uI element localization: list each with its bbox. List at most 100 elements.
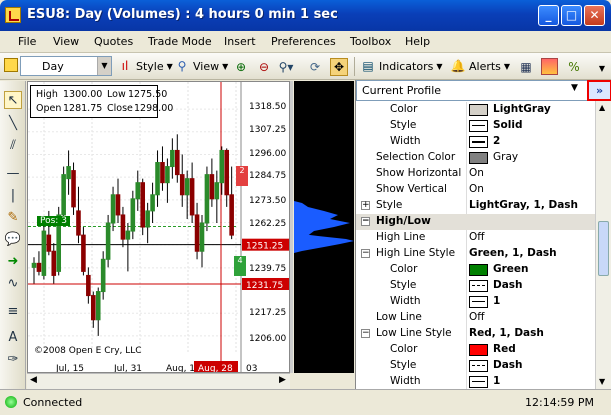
scroll-left-icon[interactable]: ◀ — [30, 375, 37, 385]
property-row[interactable]: Width 2 — [356, 134, 595, 150]
column-divider — [466, 326, 467, 342]
menu-preferences[interactable]: Preferences — [271, 35, 336, 48]
property-row[interactable]: High/Low − — [356, 214, 595, 230]
scroll-right-icon[interactable]: ▶ — [279, 375, 286, 385]
candlestick-plot[interactable]: 1318.50 1307.25 1296.00 1284.75 1273.50 1262.… — [28, 82, 290, 373]
expand-toggle-icon[interactable]: − — [361, 329, 370, 338]
property-row[interactable]: Show Vertical On — [356, 182, 595, 198]
order-marker-4[interactable]: 4 — [234, 256, 246, 276]
menu-trade-mode[interactable]: Trade Mode — [148, 35, 212, 48]
price-chart[interactable]: 1318.50 1307.25 1296.00 1284.75 1273.50 1262.… — [27, 81, 290, 373]
symbol-icon[interactable] — [4, 58, 18, 72]
zoom-menu-icon[interactable]: ⚲▾ — [278, 59, 294, 75]
property-row[interactable]: Width 1 — [356, 374, 595, 390]
property-row[interactable]: Style Solid — [356, 118, 595, 134]
refresh-icon[interactable]: ⟳ — [307, 59, 323, 75]
column-divider — [466, 246, 467, 262]
property-row[interactable]: High Line Off — [356, 230, 595, 246]
maximize-button[interactable]: □ — [561, 5, 582, 26]
property-row[interactable]: Style + LightGray, 1, Dash — [356, 198, 595, 214]
app-icon[interactable] — [5, 7, 21, 23]
position-label[interactable]: Pos: 3 — [37, 216, 70, 226]
vertical-line-icon[interactable]: | — [4, 187, 22, 205]
zoom-in-icon[interactable]: ⊕ — [233, 59, 249, 75]
property-row[interactable]: Color Green — [356, 262, 595, 278]
interval-combo[interactable]: Day ▼ — [20, 56, 112, 76]
candle-body — [115, 194, 121, 216]
toolbar-overflow-icon[interactable]: ▼ — [594, 61, 610, 77]
property-row[interactable]: Show Horizontal On — [356, 166, 595, 182]
candle-body — [90, 295, 96, 321]
callout-icon[interactable]: 💬 — [4, 231, 22, 249]
menu-bar: File View Quotes Trade Mode Insert Prefe… — [0, 31, 611, 53]
property-value: Gray — [493, 151, 519, 163]
menu-insert[interactable]: Insert — [224, 35, 256, 48]
scroll-down-icon[interactable]: ▼ — [599, 377, 605, 386]
property-value: On — [469, 167, 484, 179]
horizontal-line-icon[interactable]: — — [4, 165, 22, 183]
zoom-out-icon[interactable]: ⊖ — [256, 59, 272, 75]
indicators-button[interactable]: ▤ Indicators ▼ — [360, 57, 442, 75]
candle-body — [86, 274, 91, 297]
chevron-down-icon[interactable]: ▼ — [571, 83, 578, 93]
property-row[interactable]: Style Dash — [356, 358, 595, 374]
color-swatch — [469, 344, 488, 356]
expand-toggle-icon[interactable]: + — [361, 201, 370, 210]
scroll-thumb[interactable] — [598, 221, 609, 276]
clock-time: 12:14:59 PM — [525, 396, 595, 409]
drawing-tools: ↖ ╲ ⫽ — | ✎ 💬 ➜ ∿ ≡ A ✑ — [0, 81, 26, 389]
property-row[interactable]: High Line Style − Green, 1, Dash — [356, 246, 595, 262]
menu-file[interactable]: File — [18, 35, 36, 48]
properties-scrollbar[interactable]: ▲ ▼ — [595, 101, 611, 389]
line-tool-icon[interactable]: ╲ — [4, 115, 22, 133]
percent-icon[interactable]: % — [566, 59, 582, 75]
candle-body — [41, 230, 47, 276]
view-button[interactable]: ⚲ View ▼ — [174, 57, 229, 75]
order-marker-2[interactable]: 2 — [236, 166, 248, 186]
candle-body — [219, 149, 225, 184]
property-row[interactable]: Style Dash — [356, 278, 595, 294]
grid-icon[interactable]: ▦ — [518, 59, 534, 75]
collapse-panel-icon[interactable]: » — [587, 80, 611, 101]
fibonacci-icon[interactable]: ≡ — [4, 303, 22, 321]
property-row[interactable]: Color LightGray — [356, 102, 595, 118]
expand-toggle-icon[interactable]: − — [361, 249, 370, 258]
candle-body — [46, 234, 52, 252]
alerts-button[interactable]: 🔔 Alerts ▼ — [450, 57, 511, 75]
pointer-icon[interactable]: ↖ — [4, 91, 22, 109]
menu-toolbox[interactable]: Toolbox — [350, 35, 391, 48]
property-row[interactable]: Low Line Style − Red, 1, Dash — [356, 326, 595, 342]
arrow-icon[interactable]: ➜ — [4, 253, 22, 271]
property-row[interactable]: Selection Color Gray — [356, 150, 595, 166]
close-button[interactable]: ✕ — [584, 5, 605, 26]
scroll-up-icon[interactable]: ▲ — [599, 103, 605, 112]
expand-toggle-icon[interactable]: − — [361, 217, 370, 226]
profile-combo[interactable]: Current Profile ▼ » — [356, 80, 611, 101]
minimize-button[interactable]: _ — [538, 5, 559, 26]
pen-tool-icon[interactable]: ✑ — [4, 351, 22, 369]
property-row[interactable]: Low Line Off — [356, 310, 595, 326]
property-value: LightGray, 1, Dash — [469, 199, 579, 211]
menu-quotes[interactable]: Quotes — [94, 35, 133, 48]
note-icon[interactable]: ✎ — [4, 209, 22, 227]
chart-horizontal-scrollbar[interactable]: ◀ ▶ — [27, 373, 290, 389]
style-button[interactable]: ıl Style ▼ — [117, 57, 173, 75]
color-scheme-icon[interactable] — [541, 58, 558, 75]
chevron-down-icon[interactable]: ▼ — [97, 57, 111, 75]
line-width-swatch — [469, 136, 488, 148]
view-label: View — [193, 59, 220, 73]
menu-view[interactable]: View — [53, 35, 79, 48]
indicators-icon: ▤ — [362, 59, 374, 73]
candle-body — [189, 178, 195, 216]
crosshair-icon[interactable]: ✥ — [330, 58, 348, 76]
text-tool-icon[interactable]: A — [4, 329, 22, 347]
candle-body — [229, 194, 234, 236]
property-row[interactable]: Width 1 — [356, 294, 595, 310]
wave-tool-icon[interactable]: ∿ — [4, 275, 22, 293]
axis-splitter[interactable] — [290, 81, 293, 373]
menu-help[interactable]: Help — [405, 35, 430, 48]
property-row[interactable]: Color Red — [356, 342, 595, 358]
property-value: On — [469, 183, 484, 195]
channel-tool-icon[interactable]: ⫽ — [4, 137, 22, 155]
close-label: Close — [107, 103, 133, 114]
